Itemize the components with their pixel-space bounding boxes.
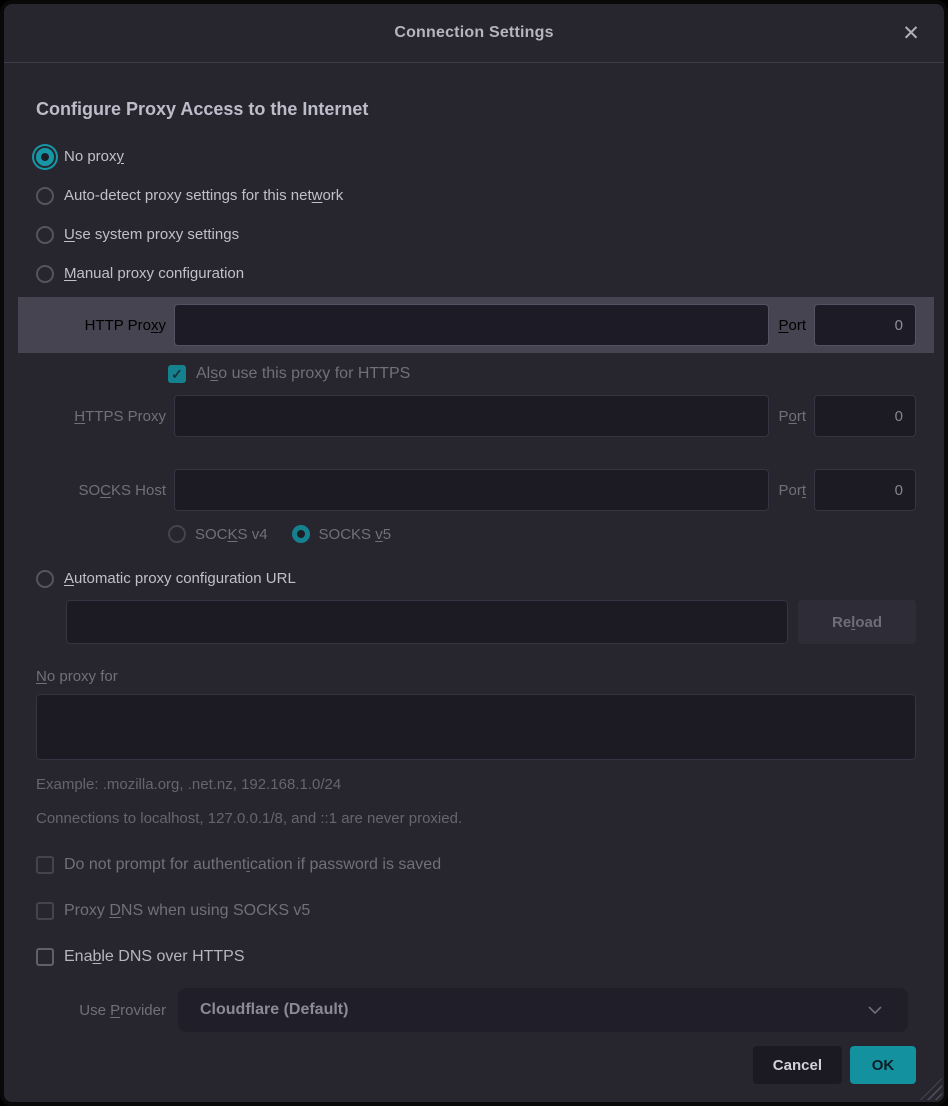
no-proxy-for-textarea <box>36 694 916 760</box>
radio-row-auto-url[interactable]: Automatic proxy configuration URL <box>36 559 916 598</box>
radio-icon-auto-detect[interactable] <box>36 187 54 205</box>
checkbox-icon-also-https[interactable]: ✓ <box>168 365 186 383</box>
radio-icon-system-proxy[interactable] <box>36 226 54 244</box>
connection-settings-dialog: Connection Settings ✕ Configure Proxy Ac… <box>0 0 948 1106</box>
provider-row: Use Provider Cloudflare (Default) <box>36 988 916 1032</box>
also-https-label: Also use this proxy for HTTPS <box>196 365 410 383</box>
no-proxy-for-label: No proxy for <box>36 666 916 686</box>
https-proxy-input <box>174 395 769 437</box>
cancel-button[interactable]: Cancel <box>753 1046 842 1084</box>
radio-label-no-proxy: No proxy <box>64 148 124 165</box>
radio-icon-socks-v4 <box>168 525 186 543</box>
radio-icon-manual-proxy[interactable] <box>36 265 54 283</box>
auto-url-input <box>66 600 788 644</box>
dialog-content: Configure Proxy Access to the Internet N… <box>4 63 944 1032</box>
no-proxy-example-text: Example: .mozilla.org, .net.nz, 192.168.… <box>36 774 916 794</box>
radio-icon-auto-url[interactable] <box>36 570 54 588</box>
radio-row-socks-v4: SOCKS v4 <box>168 525 268 543</box>
reload-button: Reload <box>798 600 916 644</box>
dialog-footer: Cancel OK <box>4 1032 944 1105</box>
auto-url-input-row: Reload <box>66 600 916 644</box>
checkbox-icon-proxy-dns <box>36 902 54 920</box>
http-port-label: Port <box>778 317 806 334</box>
https-port-input <box>814 395 916 437</box>
checkbox-row-dns-over-https[interactable]: Enable DNS over HTTPS <box>36 942 916 972</box>
checkbox-row-no-prompt-auth: Do not prompt for authentication if pass… <box>36 850 916 880</box>
socks-version-row: SOCKS v4 SOCKS v5 <box>168 519 916 549</box>
socks-host-label: SOCKS Host <box>36 482 166 499</box>
proxy-dns-label: Proxy DNS when using SOCKS v5 <box>64 902 310 920</box>
radio-label-socks-v4: SOCKS v4 <box>195 526 268 543</box>
http-proxy-label: HTTP Proxy <box>36 317 166 334</box>
https-proxy-label: HTTPS Proxy <box>36 408 166 425</box>
radio-row-socks-v5: SOCKS v5 <box>292 525 392 543</box>
reload-button-label: Reload <box>832 614 882 631</box>
radio-row-no-proxy[interactable]: No proxy <box>36 137 916 176</box>
checkbox-icon-dns-over-https[interactable] <box>36 948 54 966</box>
provider-dropdown-value: Cloudflare (Default) <box>200 1001 348 1019</box>
chevron-down-icon <box>862 997 888 1023</box>
dns-over-https-label: Enable DNS over HTTPS <box>64 948 245 966</box>
dialog-titlebar: Connection Settings ✕ <box>4 4 944 63</box>
radio-label-system-proxy: Use system proxy settings <box>64 226 239 243</box>
radio-row-system-proxy[interactable]: Use system proxy settings <box>36 215 916 254</box>
radio-icon-socks-v5 <box>292 525 310 543</box>
localhost-note-text: Connections to localhost, 127.0.0.1/8, a… <box>36 808 916 828</box>
http-port-input[interactable] <box>814 304 916 346</box>
page-title: Configure Proxy Access to the Internet <box>36 99 916 123</box>
socks-host-row: SOCKS Host Port <box>36 469 916 511</box>
radio-row-auto-detect[interactable]: Auto-detect proxy settings for this netw… <box>36 176 916 215</box>
radio-icon-no-proxy[interactable] <box>36 148 54 166</box>
socks-port-label: Port <box>778 482 806 499</box>
radio-label-auto-detect: Auto-detect proxy settings for this netw… <box>64 187 343 204</box>
no-prompt-auth-label: Do not prompt for authentication if pass… <box>64 856 441 874</box>
http-proxy-input[interactable] <box>174 304 769 346</box>
http-proxy-row: HTTP Proxy Port <box>18 297 934 353</box>
ok-button[interactable]: OK <box>850 1046 916 1084</box>
also-https-row[interactable]: ✓ Also use this proxy for HTTPS <box>168 359 916 389</box>
radio-row-manual-proxy[interactable]: Manual proxy configuration <box>36 254 916 293</box>
checkbox-icon-no-prompt-auth <box>36 856 54 874</box>
https-proxy-row: HTTPS Proxy Port <box>36 395 916 437</box>
close-button[interactable]: ✕ <box>896 18 926 48</box>
dialog-title: Connection Settings <box>394 24 553 42</box>
provider-dropdown: Cloudflare (Default) <box>178 988 908 1032</box>
radio-label-socks-v5: SOCKS v5 <box>319 526 392 543</box>
radio-label-manual-proxy: Manual proxy configuration <box>64 265 244 282</box>
socks-port-input <box>814 469 916 511</box>
https-port-label: Port <box>778 408 806 425</box>
radio-label-auto-url: Automatic proxy configuration URL <box>64 570 296 587</box>
use-provider-label: Use Provider <box>36 1002 166 1019</box>
checkbox-row-proxy-dns: Proxy DNS when using SOCKS v5 <box>36 896 916 926</box>
close-icon: ✕ <box>902 21 920 46</box>
socks-host-input <box>174 469 769 511</box>
